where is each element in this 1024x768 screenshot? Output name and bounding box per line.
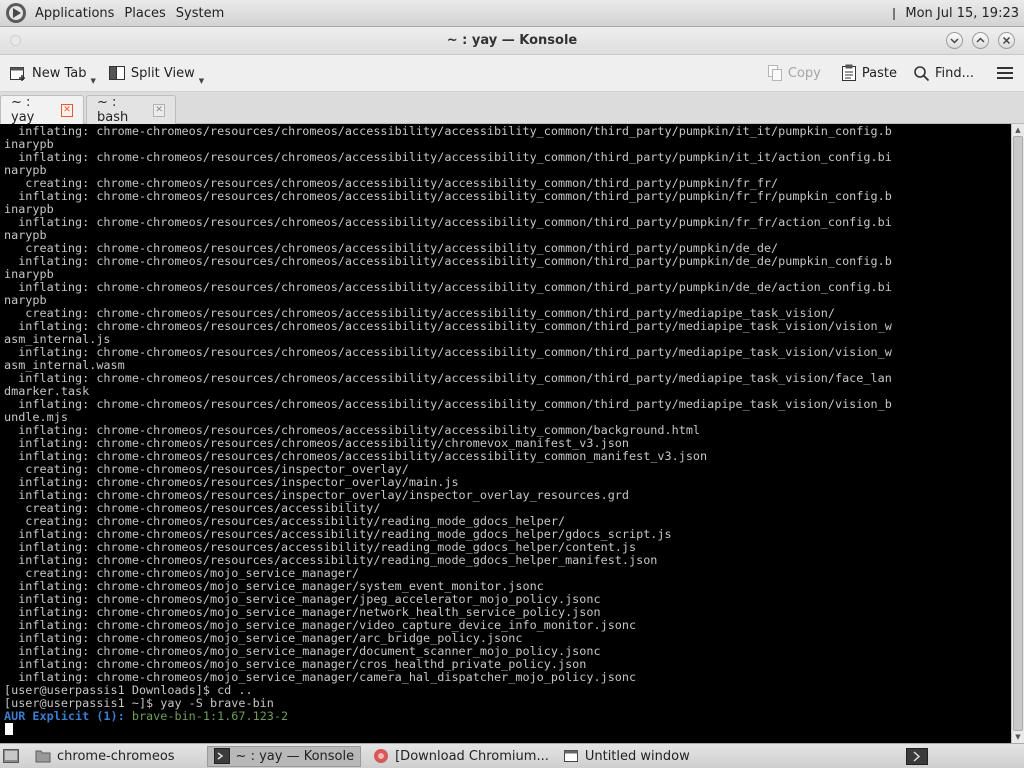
split-view-dropdown-icon[interactable]: ▼ — [199, 77, 204, 85]
maximize-button[interactable] — [972, 32, 989, 49]
chevron-down-icon — [950, 38, 959, 44]
aur-package: brave-bin-1:1.67.123-2 — [124, 709, 289, 723]
find-label: Find... — [934, 65, 974, 81]
chevron-up-icon — [976, 37, 985, 43]
terminal-line: inflating: chrome-chromeos/resources/chr… — [4, 215, 892, 229]
close-window-button[interactable] — [998, 32, 1015, 49]
taskbar: chrome-chromeos ~ : yay — Konsole [Downl… — [0, 743, 1024, 768]
terminal-line: inflating: chrome-chromeos/resources/chr… — [4, 124, 892, 138]
new-tab-label: New Tab — [32, 65, 87, 81]
toolbar: New Tab ▼ Split View ▼ Copy Paste Find..… — [0, 55, 1024, 92]
taskbar-item-label: chrome-chromeos — [57, 748, 175, 764]
workspace-icon — [906, 747, 928, 765]
scroll-up-icon[interactable]: ▲ — [1012, 124, 1024, 136]
distro-logo-icon[interactable] — [5, 2, 27, 24]
paste-label: Paste — [861, 65, 897, 81]
workspace-switcher-button[interactable] — [904, 746, 930, 767]
taskbar-item-chromium-download[interactable]: [Download Chromium... — [367, 746, 555, 767]
terminal-view[interactable]: inflating: chrome-chromeos/resources/chr… — [0, 124, 1011, 743]
close-icon — [1002, 36, 1011, 45]
top-panel: Applications Places System Mon Jul 15, 1… — [0, 0, 1024, 27]
terminal-line: inflating: chrome-chromeos/resources/chr… — [4, 280, 892, 294]
terminal-line: inflating: chrome-chromeos/resources/chr… — [4, 345, 892, 359]
terminal-line: inflating: chrome-chromeos/resources/chr… — [4, 319, 892, 333]
taskbar-item-chrome-chromeos[interactable]: chrome-chromeos — [29, 746, 181, 767]
new-tab-icon — [10, 67, 25, 81]
find-button[interactable]: Find... — [907, 58, 980, 88]
split-view-label: Split View — [130, 65, 195, 81]
window-menu-icon[interactable] — [10, 35, 21, 46]
show-desktop-icon — [3, 749, 19, 763]
taskbar-item-label: Untitled window — [584, 748, 690, 764]
terminal-line: inflating: chrome-chromeos/resources/chr… — [4, 150, 892, 164]
new-tab-dropdown-icon[interactable]: ▼ — [91, 77, 96, 85]
scroll-down-icon[interactable]: ▼ — [1012, 731, 1024, 743]
window-titlebar[interactable]: ~ : yay — Konsole — [0, 27, 1024, 55]
terminal-scrollbar[interactable]: ▲ ▼ — [1011, 124, 1024, 743]
close-tab-icon[interactable]: ✕ — [61, 103, 73, 117]
terminal-icon — [213, 748, 230, 764]
terminal-line: inflating: chrome-chromeos/resources/chr… — [4, 371, 892, 385]
folder-icon — [35, 750, 51, 763]
hamburger-menu-button[interactable] — [990, 58, 1020, 88]
paste-icon — [841, 64, 856, 81]
window-icon — [563, 750, 578, 762]
taskbar-item-konsole[interactable]: ~ : yay — Konsole — [206, 745, 362, 767]
paste-button[interactable]: Paste — [835, 58, 903, 88]
clock-area: Mon Jul 15, 19:23 — [889, 0, 1019, 27]
menu-applications[interactable]: Applications — [30, 6, 119, 21]
show-desktop-button[interactable] — [0, 746, 25, 767]
window-title: ~ : yay — Konsole — [446, 33, 578, 48]
tab-bash[interactable]: ~ : bash ✕ — [86, 95, 176, 125]
minimize-button[interactable] — [946, 32, 963, 49]
tab-label: ~ : bash — [97, 95, 129, 125]
clock[interactable]: Mon Jul 15, 19:23 — [905, 6, 1019, 21]
separator-icon — [893, 7, 896, 20]
aur-label: AUR Explicit (1): — [4, 709, 125, 723]
terminal-output: inflating: chrome-chromeos/resources/chr… — [4, 125, 1008, 723]
split-view-icon — [108, 66, 125, 80]
terminal-line-aur: AUR Explicit (1): brave-bin-1:1.67.123-2 — [4, 710, 1008, 723]
copy-icon — [767, 65, 782, 81]
browser-icon — [374, 749, 389, 763]
split-view-button[interactable]: Split View — [102, 58, 201, 88]
new-tab-button[interactable]: New Tab — [3, 58, 93, 88]
terminal-line: inflating: chrome-chromeos/resources/chr… — [4, 189, 892, 203]
copy-label: Copy — [787, 65, 821, 81]
tab-bar: ~ : yay ✕ ~ : bash ✕ — [0, 92, 1024, 125]
terminal-cursor — [5, 723, 13, 735]
taskbar-item-untitled-window[interactable]: Untitled window — [557, 746, 696, 767]
tab-label: ~ : yay — [11, 95, 35, 125]
tab-yay[interactable]: ~ : yay ✕ — [0, 95, 84, 125]
taskbar-item-label: ~ : yay — Konsole — [235, 748, 355, 764]
hamburger-menu-icon — [997, 67, 1013, 79]
scrollbar-thumb[interactable] — [1013, 136, 1023, 731]
menu-places[interactable]: Places — [119, 6, 170, 21]
terminal-line: inflating: chrome-chromeos/resources/chr… — [4, 397, 892, 411]
close-tab-icon[interactable]: ✕ — [153, 103, 165, 117]
copy-button[interactable]: Copy — [761, 58, 827, 88]
search-icon — [914, 65, 930, 81]
taskbar-item-label: [Download Chromium... — [395, 748, 549, 764]
menu-system[interactable]: System — [171, 6, 229, 21]
terminal-line: inflating: chrome-chromeos/resources/chr… — [4, 254, 892, 268]
